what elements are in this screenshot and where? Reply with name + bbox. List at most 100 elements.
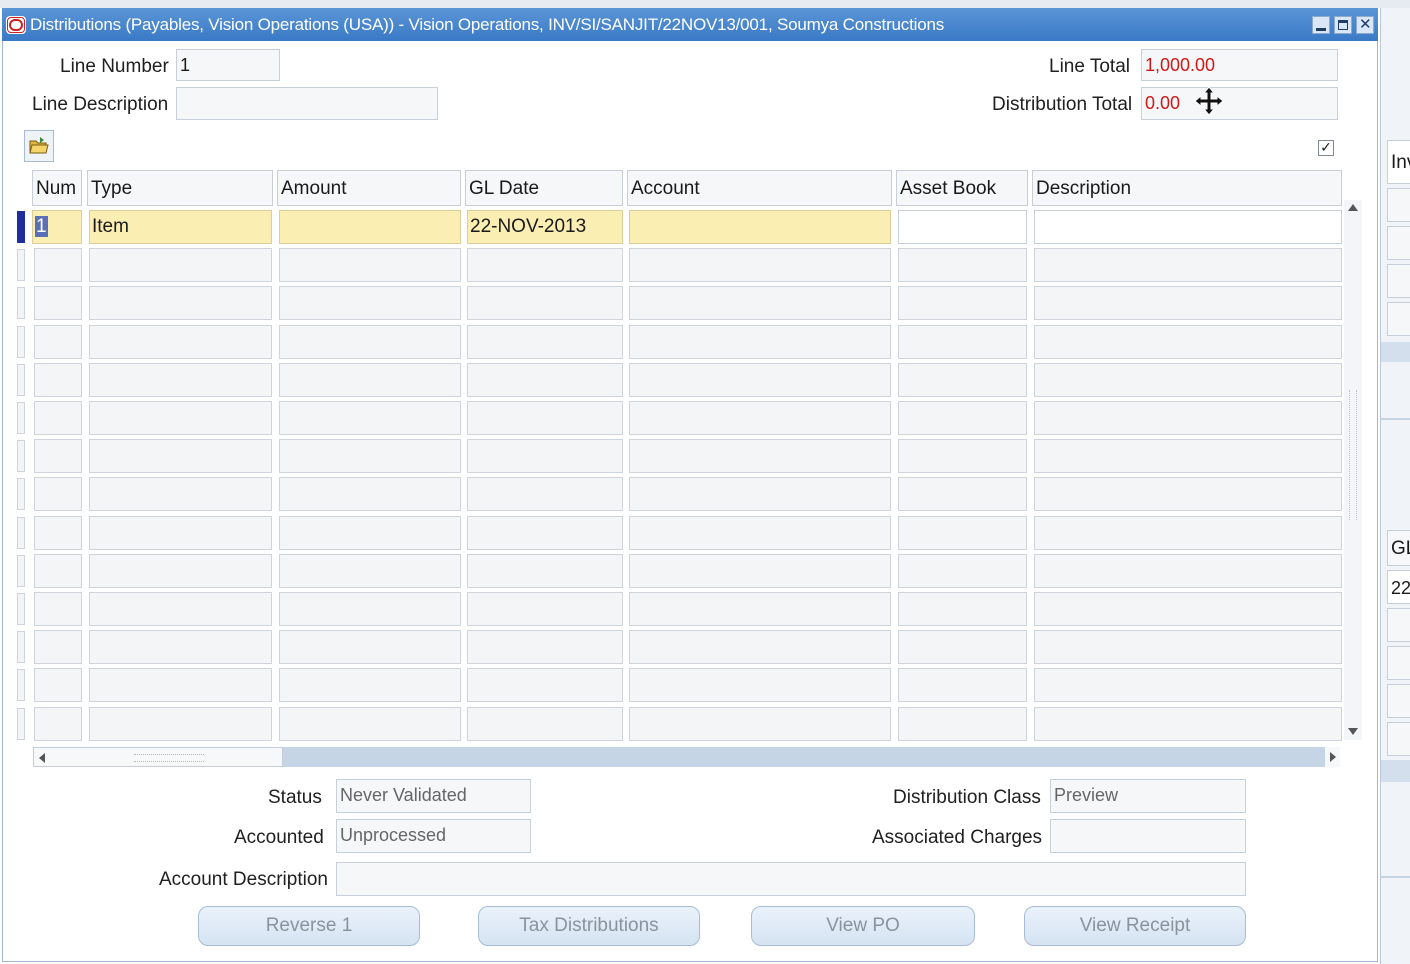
table-cell-account[interactable]: [629, 515, 891, 550]
row-indicator[interactable]: [17, 669, 25, 702]
table-cell-asset-book[interactable]: [898, 439, 1027, 474]
table-cell-num[interactable]: [34, 515, 82, 550]
table-cell-description[interactable]: [1034, 553, 1342, 588]
table-cell-asset-book[interactable]: [898, 324, 1027, 359]
table-cell-amount[interactable]: [279, 286, 461, 321]
table-cell-asset-book[interactable]: [898, 401, 1027, 435]
view-receipt-button[interactable]: View Receipt: [1024, 906, 1246, 946]
horizontal-scrollbar[interactable]: [33, 747, 1340, 767]
table-cell-asset-book[interactable]: [898, 553, 1027, 588]
table-cell-account[interactable]: [629, 210, 891, 244]
table-cell-account[interactable]: [629, 553, 891, 588]
table-cell-description[interactable]: [1034, 324, 1342, 359]
column-header-asset-book[interactable]: Asset Book: [896, 170, 1028, 206]
table-cell-asset-book[interactable]: [898, 248, 1027, 283]
table-cell-gl-date[interactable]: [467, 630, 623, 665]
table-cell-asset-book[interactable]: [898, 592, 1027, 626]
table-cell-type[interactable]: [89, 592, 272, 626]
table-cell-type[interactable]: [89, 553, 272, 588]
table-cell-gl-date[interactable]: 22-NOV-2013: [467, 210, 623, 244]
row-indicator[interactable]: [17, 249, 25, 282]
table-cell-gl-date[interactable]: [467, 286, 623, 321]
table-cell-amount[interactable]: [279, 515, 461, 550]
table-cell-account[interactable]: [629, 630, 891, 665]
table-cell-num[interactable]: [34, 477, 82, 512]
table-cell-description[interactable]: [1034, 630, 1342, 665]
table-cell-amount[interactable]: [279, 553, 461, 588]
table-cell-description[interactable]: [1034, 401, 1342, 435]
table-cell-account[interactable]: [629, 324, 891, 359]
table-cell-type[interactable]: [89, 248, 272, 283]
table-cell-description[interactable]: [1034, 210, 1342, 244]
row-indicator[interactable]: [17, 707, 25, 740]
table-cell-description[interactable]: [1034, 706, 1342, 741]
row-indicator[interactable]: [17, 631, 25, 664]
table-cell-asset-book[interactable]: [898, 630, 1027, 665]
checkbox-icon[interactable]: ✓: [1318, 140, 1334, 156]
table-cell-asset-book[interactable]: [898, 706, 1027, 741]
row-indicator[interactable]: [17, 287, 25, 320]
table-cell-num[interactable]: [34, 324, 82, 359]
table-cell-account[interactable]: [629, 248, 891, 283]
row-indicator[interactable]: [17, 554, 25, 587]
scroll-left-thumb[interactable]: [33, 747, 283, 767]
row-indicator[interactable]: [17, 363, 25, 396]
scroll-thumb-grip[interactable]: [1349, 390, 1357, 520]
table-cell-gl-date[interactable]: [467, 592, 623, 626]
table-cell-gl-date[interactable]: [467, 477, 623, 512]
table-cell-type[interactable]: [89, 515, 272, 550]
table-cell-asset-book[interactable]: [898, 286, 1027, 321]
reverse-button[interactable]: Reverse 1: [198, 906, 420, 946]
row-indicator[interactable]: [17, 478, 25, 511]
table-cell-asset-book[interactable]: [898, 515, 1027, 550]
table-cell-num[interactable]: [34, 401, 82, 435]
table-cell-asset-book[interactable]: [898, 668, 1027, 703]
table-cell-amount[interactable]: [279, 210, 461, 244]
table-cell-gl-date[interactable]: [467, 248, 623, 283]
minimize-icon[interactable]: [1312, 16, 1330, 34]
line-description-field[interactable]: [176, 87, 438, 120]
table-cell-description[interactable]: [1034, 248, 1342, 283]
column-header-gl-date[interactable]: GL Date: [465, 170, 623, 206]
maximize-icon[interactable]: [1334, 16, 1352, 34]
table-cell-type[interactable]: Item: [89, 210, 272, 244]
table-cell-description[interactable]: [1034, 439, 1342, 474]
table-cell-amount[interactable]: [279, 630, 461, 665]
table-cell-gl-date[interactable]: [467, 362, 623, 397]
table-cell-account[interactable]: [629, 592, 891, 626]
table-cell-gl-date[interactable]: [467, 668, 623, 703]
table-cell-account[interactable]: [629, 286, 891, 321]
row-indicator[interactable]: [17, 402, 25, 434]
table-cell-asset-book[interactable]: [898, 362, 1027, 397]
table-cell-num[interactable]: [34, 706, 82, 741]
table-cell-amount[interactable]: [279, 401, 461, 435]
table-cell-description[interactable]: [1034, 362, 1342, 397]
row-indicator[interactable]: [17, 325, 25, 358]
table-cell-gl-date[interactable]: [467, 515, 623, 550]
vertical-scrollbar[interactable]: [1344, 200, 1362, 740]
table-cell-account[interactable]: [629, 401, 891, 435]
table-cell-description[interactable]: [1034, 592, 1342, 626]
scroll-up-icon[interactable]: [1348, 204, 1358, 211]
scroll-down-icon[interactable]: [1348, 728, 1358, 735]
background-tab[interactable]: Inv: [1387, 140, 1410, 184]
table-cell-account[interactable]: [629, 439, 891, 474]
table-cell-description[interactable]: [1034, 477, 1342, 512]
distribution-total-field[interactable]: 0.00: [1141, 87, 1338, 120]
table-cell-num[interactable]: [34, 248, 82, 283]
table-cell-amount[interactable]: [279, 592, 461, 626]
table-cell-amount[interactable]: [279, 362, 461, 397]
table-cell-amount[interactable]: [279, 439, 461, 474]
folder-button[interactable]: [24, 130, 54, 162]
table-cell-account[interactable]: [629, 668, 891, 703]
scroll-right-icon[interactable]: [1325, 747, 1340, 767]
line-number-field[interactable]: 1: [176, 49, 280, 81]
table-cell-num[interactable]: [34, 553, 82, 588]
table-cell-amount[interactable]: [279, 324, 461, 359]
table-cell-account[interactable]: [629, 362, 891, 397]
table-cell-num[interactable]: 1: [32, 210, 82, 244]
row-indicator[interactable]: [17, 516, 25, 549]
line-total-field[interactable]: 1,000.00: [1141, 49, 1338, 81]
table-cell-type[interactable]: [89, 706, 272, 741]
table-cell-num[interactable]: [34, 630, 82, 665]
